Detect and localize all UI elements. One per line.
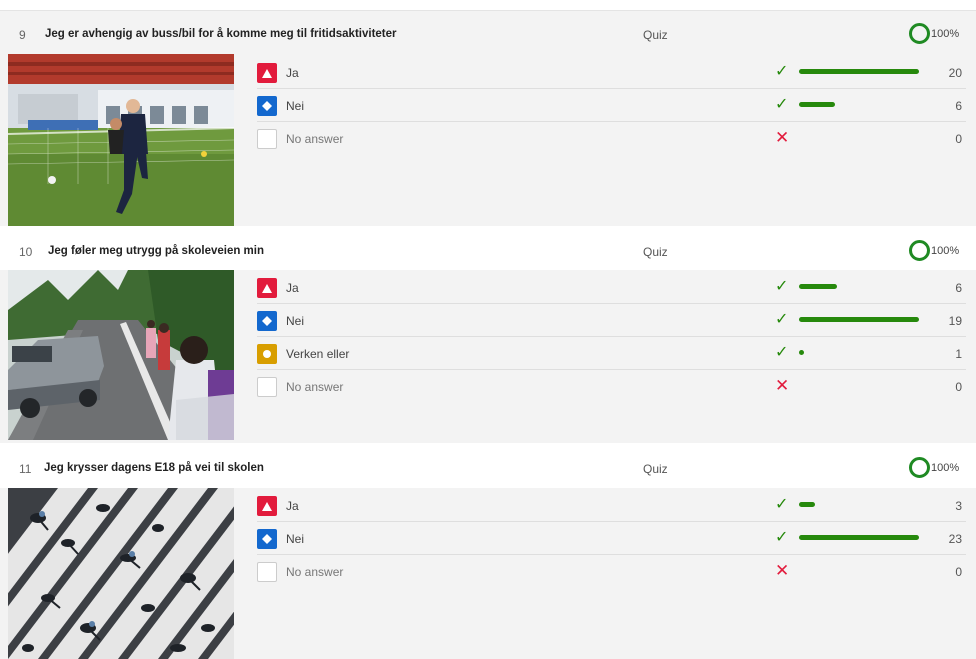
answer-label: Nei bbox=[286, 314, 305, 328]
answer-row-verken-eller: Verken eller ✓ 1 bbox=[257, 337, 966, 370]
answer-bar bbox=[799, 502, 815, 507]
question-image-school-road bbox=[8, 270, 234, 440]
question-image-football bbox=[8, 54, 234, 226]
checkmark-icon: ✓ bbox=[775, 496, 789, 513]
question-type: Quiz bbox=[643, 245, 668, 259]
answer-row-ja: Ja ✓ 20 bbox=[257, 56, 966, 89]
diamond-icon bbox=[257, 529, 277, 549]
question-9: 9 Jeg er avhengig av buss/bil for å komm… bbox=[0, 10, 976, 226]
answer-count: 19 bbox=[948, 314, 962, 328]
question-title: Jeg er avhengig av buss/bil for å komme … bbox=[45, 28, 397, 40]
answer-row-no-answer: No answer ✕ 0 bbox=[257, 122, 966, 155]
answer-bar bbox=[799, 350, 804, 355]
answer-bar bbox=[799, 102, 835, 107]
question-number: 10 bbox=[19, 245, 33, 259]
answer-label: Ja bbox=[286, 499, 299, 513]
checkmark-icon: ✓ bbox=[775, 311, 789, 328]
answer-row-nei: Nei ✓ 6 bbox=[257, 89, 966, 122]
answer-count: 6 bbox=[955, 99, 962, 113]
question-type: Quiz bbox=[643, 28, 668, 42]
answer-count: 1 bbox=[955, 347, 962, 361]
checkmark-icon: ✓ bbox=[775, 344, 789, 361]
cross-icon: ✕ bbox=[775, 561, 790, 580]
answer-count: 0 bbox=[955, 380, 962, 394]
checkmark-icon: ✓ bbox=[775, 529, 789, 546]
answer-count: 3 bbox=[955, 499, 962, 513]
answer-label: Ja bbox=[286, 66, 299, 80]
checkmark-icon: ✓ bbox=[775, 96, 789, 113]
checkmark-icon: ✓ bbox=[775, 63, 789, 80]
question-header[interactable]: 9 Jeg er avhengig av buss/bil for å komm… bbox=[0, 10, 976, 54]
answer-bar bbox=[799, 317, 919, 322]
correct-percentage: 100% bbox=[909, 240, 959, 261]
answer-count: 0 bbox=[955, 565, 962, 579]
answer-label: Nei bbox=[286, 532, 305, 546]
empty-box-icon bbox=[257, 562, 277, 582]
triangle-icon bbox=[257, 496, 277, 516]
question-number: 11 bbox=[19, 462, 32, 476]
question-title: Jeg føler meg utrygg på skoleveien min bbox=[48, 245, 265, 257]
answers-panel: Ja ✓ 6 Nei ✓ 19 Verken eller ✓ 1 No answ… bbox=[0, 270, 976, 443]
answer-bar bbox=[799, 535, 919, 540]
empty-box-icon bbox=[257, 377, 277, 397]
answer-bar bbox=[799, 284, 837, 289]
answer-row-nei: Nei ✓ 23 bbox=[257, 522, 966, 555]
answer-row-nei: Nei ✓ 19 bbox=[257, 304, 966, 337]
question-type: Quiz bbox=[643, 462, 668, 476]
answer-count: 20 bbox=[948, 66, 962, 80]
answer-row-ja: Ja ✓ 6 bbox=[257, 271, 966, 304]
triangle-icon bbox=[257, 278, 277, 298]
empty-box-icon bbox=[257, 129, 277, 149]
percentage-value: 100% bbox=[931, 244, 960, 257]
question-title: Jeg krysser dagens E18 på vei til skolen bbox=[44, 462, 264, 474]
question-number: 9 bbox=[19, 28, 26, 42]
question-header[interactable]: 10 Jeg føler meg utrygg på skoleveien mi… bbox=[0, 232, 976, 270]
cross-icon: ✕ bbox=[775, 128, 790, 147]
answer-row-no-answer: No answer ✕ 0 bbox=[257, 555, 966, 588]
percentage-value: 100% bbox=[931, 461, 960, 474]
diamond-icon bbox=[257, 96, 277, 116]
cross-icon: ✕ bbox=[775, 376, 790, 395]
answer-count: 6 bbox=[955, 281, 962, 295]
answer-label: Nei bbox=[286, 99, 305, 113]
answer-row-no-answer: No answer ✕ 0 bbox=[257, 370, 966, 403]
question-image-crosswalk bbox=[8, 488, 234, 659]
question-header[interactable]: 11 Jeg krysser dagens E18 på vei til sko… bbox=[0, 450, 976, 488]
question-11: 11 Jeg krysser dagens E18 på vei til sko… bbox=[0, 450, 976, 659]
answer-bar bbox=[799, 69, 919, 74]
percentage-value: 100% bbox=[931, 27, 960, 40]
answer-count: 0 bbox=[955, 132, 962, 146]
answer-row-ja: Ja ✓ 3 bbox=[257, 489, 966, 522]
ring-icon bbox=[909, 23, 930, 44]
triangle-icon bbox=[257, 63, 277, 83]
circle-icon bbox=[257, 344, 277, 364]
diamond-icon bbox=[257, 311, 277, 331]
ring-icon bbox=[909, 457, 930, 478]
answers-panel: Ja ✓ 20 Nei ✓ 6 No answer ✕ 0 bbox=[0, 54, 976, 226]
answers-panel: Ja ✓ 3 Nei ✓ 23 No answer ✕ 0 bbox=[0, 488, 976, 659]
question-10: 10 Jeg føler meg utrygg på skoleveien mi… bbox=[0, 232, 976, 443]
correct-percentage: 100% bbox=[909, 457, 959, 478]
answer-label: Verken eller bbox=[286, 347, 350, 361]
answer-label: No answer bbox=[286, 132, 344, 146]
answer-label: Ja bbox=[286, 281, 299, 295]
answer-count: 23 bbox=[948, 532, 962, 546]
ring-icon bbox=[909, 240, 930, 261]
answer-label: No answer bbox=[286, 380, 344, 394]
checkmark-icon: ✓ bbox=[775, 278, 789, 295]
answer-label: No answer bbox=[286, 565, 344, 579]
correct-percentage: 100% bbox=[909, 23, 959, 44]
